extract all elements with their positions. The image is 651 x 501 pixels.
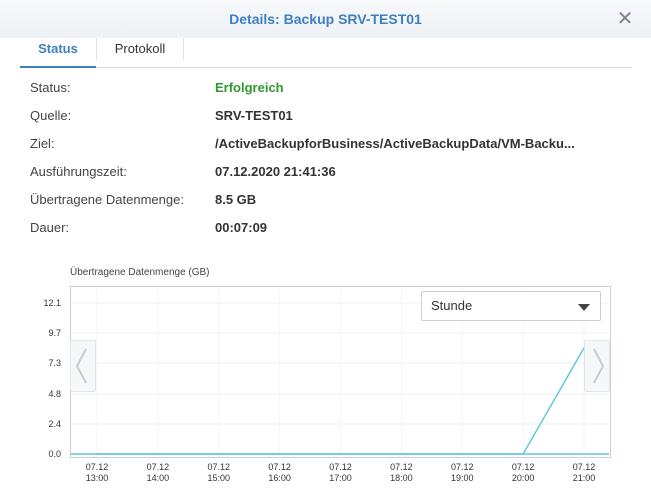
y-tick-label: 9.7 [48, 328, 61, 338]
x-tick-label: 07.12 [207, 462, 230, 472]
x-tick-label: 07.12 [268, 462, 291, 472]
x-tick-label: 07.12 [512, 462, 535, 472]
transfer-chart: 12.19.77.34.82.40.007.1213:0007.1214:000… [43, 287, 609, 483]
x-tick-label: 07.12 [147, 462, 170, 472]
chart-next-button[interactable] [584, 340, 610, 392]
interval-dropdown[interactable]: Stunde [421, 291, 601, 321]
y-tick-label: 7.3 [48, 358, 61, 368]
x-tick-label: 07.12 [86, 462, 109, 472]
details-window: Details: Backup SRV-TEST01 ✕ Status Prot… [0, 0, 651, 501]
chevron-down-icon [578, 304, 590, 311]
y-tick-label: 12.1 [43, 298, 61, 308]
x-tick-label: 19:00 [451, 473, 474, 483]
x-tick-label: 14:00 [147, 473, 170, 483]
x-tick-label: 07.12 [451, 462, 474, 472]
y-tick-label: 2.4 [48, 419, 61, 429]
x-tick-label: 07.12 [390, 462, 413, 472]
chart-prev-button[interactable] [70, 340, 96, 392]
x-tick-label: 20:00 [512, 473, 535, 483]
y-tick-label: 4.8 [48, 389, 61, 399]
x-tick-label: 07.12 [329, 462, 352, 472]
interval-dropdown-value: Stunde [431, 298, 473, 313]
x-tick-label: 16:00 [268, 473, 291, 483]
x-tick-label: 07.12 [573, 462, 596, 472]
x-tick-label: 13:00 [86, 473, 109, 483]
x-tick-label: 21:00 [573, 473, 596, 483]
x-tick-label: 15:00 [207, 473, 230, 483]
x-tick-label: 18:00 [390, 473, 413, 483]
chevron-left-icon [75, 348, 87, 384]
x-tick-label: 17:00 [329, 473, 352, 483]
y-tick-label: 0.0 [48, 449, 61, 459]
chevron-right-icon [593, 348, 605, 384]
